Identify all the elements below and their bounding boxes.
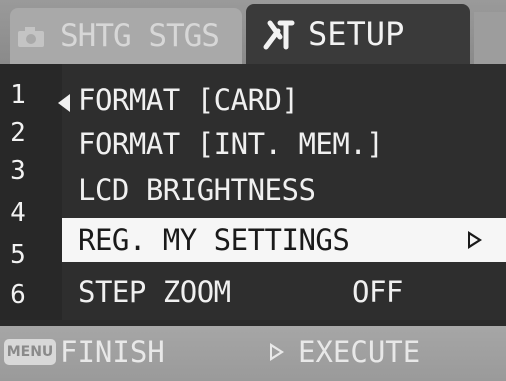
finish-label: FINISH bbox=[60, 335, 165, 369]
menu-button-icon[interactable]: MENU bbox=[4, 339, 56, 365]
camera-icon bbox=[16, 23, 46, 49]
right-arrow-icon bbox=[468, 231, 482, 249]
page-number[interactable]: 3 bbox=[4, 156, 32, 186]
tab-label: SHTG STGS bbox=[60, 18, 220, 54]
execute-arrow-icon bbox=[270, 343, 284, 361]
tab-setup[interactable]: SETUP bbox=[246, 4, 470, 64]
camera-menu-screen: SHTG STGS SETUP 1 2 3 4 5 6 FORMAT [CARD… bbox=[0, 0, 506, 381]
tab-bar-filler bbox=[474, 12, 506, 64]
menu-item-lcd-brightness[interactable]: LCD BRIGHTNESS bbox=[62, 168, 506, 212]
menu-item-label: REG. MY SETTINGS bbox=[78, 223, 350, 257]
page-number[interactable]: 6 bbox=[4, 280, 32, 310]
page-number[interactable]: 4 bbox=[4, 198, 32, 228]
menu-item-format-int-mem[interactable]: FORMAT [INT. MEM.] bbox=[62, 122, 506, 166]
menu-item-value: OFF bbox=[352, 275, 403, 309]
page-number[interactable]: 2 bbox=[4, 118, 32, 148]
tab-label: SETUP bbox=[308, 15, 405, 53]
execute-label: EXECUTE bbox=[298, 335, 421, 369]
menu-item-label: FORMAT [CARD] bbox=[78, 83, 299, 117]
tab-shooting-settings[interactable]: SHTG STGS bbox=[10, 8, 242, 64]
page-number[interactable]: 1 bbox=[4, 80, 32, 110]
page-number-column: 1 2 3 4 5 6 bbox=[0, 64, 62, 320]
menu-item-reg-my-settings[interactable]: REG. MY SETTINGS bbox=[62, 218, 506, 262]
footer-bar: MENU FINISH EXECUTE bbox=[0, 326, 506, 381]
wrench-screwdriver-icon bbox=[260, 17, 300, 51]
menu-item-label: LCD BRIGHTNESS bbox=[78, 173, 316, 207]
menu-item-label: FORMAT [INT. MEM.] bbox=[78, 127, 384, 161]
menu-item-step-zoom[interactable]: STEP ZOOM OFF bbox=[62, 270, 506, 314]
page-number[interactable]: 5 bbox=[4, 240, 32, 270]
tab-bar: SHTG STGS SETUP bbox=[0, 0, 506, 64]
menu-item-format-card[interactable]: FORMAT [CARD] bbox=[62, 78, 506, 122]
menu-item-label: STEP ZOOM bbox=[78, 275, 231, 309]
setup-menu: 1 2 3 4 5 6 FORMAT [CARD] FORMAT [INT. M… bbox=[0, 64, 506, 320]
